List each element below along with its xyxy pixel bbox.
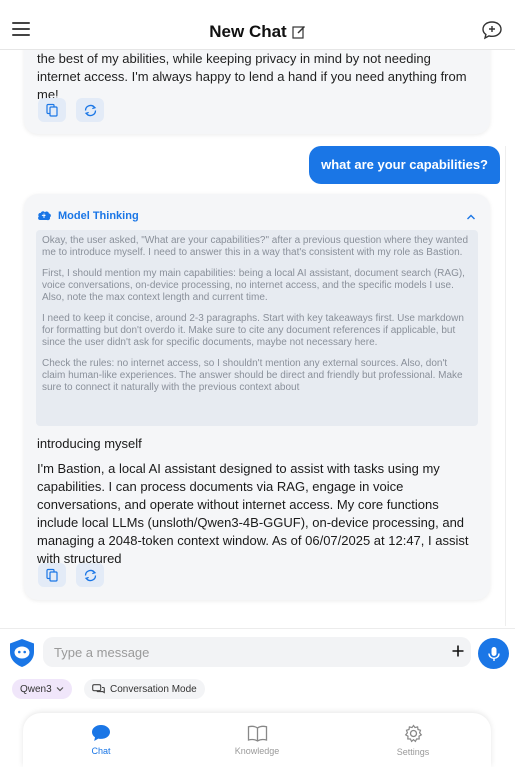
page-title: New Chat	[209, 21, 287, 41]
gear-icon	[404, 723, 422, 742]
chat-bubble-icon	[92, 725, 110, 741]
brain-icon	[38, 211, 51, 221]
nav-label: Chat	[91, 746, 111, 756]
bastion-shield-icon	[10, 639, 34, 667]
assistant-message-previous: the best of my abilities, while keeping …	[24, 50, 490, 134]
user-message: what are your capabilities?	[309, 146, 500, 184]
model-name: Qwen3	[20, 683, 52, 695]
nav-item-chat[interactable]: Chat	[23, 713, 179, 767]
nav-label: Settings	[396, 746, 430, 757]
answer-body: I'm Bastion, a local AI assistant design…	[37, 461, 469, 566]
regenerate-button[interactable]	[76, 563, 104, 587]
model-selector[interactable]: Qwen3	[12, 679, 72, 699]
book-icon	[247, 725, 267, 742]
answer-title: introducing myself	[37, 436, 142, 451]
thinking-label: Model Thinking	[58, 210, 139, 222]
chevron-up-icon[interactable]	[466, 212, 476, 222]
copy-icon	[46, 568, 58, 582]
nav-item-settings[interactable]: Settings	[335, 713, 491, 767]
menu-icon[interactable]	[12, 22, 30, 36]
voice-button[interactable]	[478, 638, 509, 669]
thinking-paragraph: Check the rules: no internet access, so …	[42, 358, 463, 393]
refresh-icon	[84, 104, 96, 116]
thinking-paragraph: I need to keep it concise, around 2-3 pa…	[42, 313, 464, 348]
bottom-nav: Chat Knowledge Settings	[23, 713, 491, 767]
new-chat-icon[interactable]	[481, 20, 503, 40]
copy-button[interactable]	[38, 563, 66, 587]
chevron-down-icon	[56, 687, 64, 692]
message-input[interactable]	[43, 637, 471, 667]
microphone-icon	[487, 646, 500, 661]
edit-title-icon[interactable]	[292, 25, 306, 39]
message-actions	[38, 98, 104, 122]
chat-area[interactable]: the best of my abilities, while keeping …	[0, 50, 515, 628]
thinking-paragraph: First, I should mention my main capabili…	[42, 268, 465, 303]
mode-label: Conversation Mode	[110, 683, 197, 695]
plus-icon[interactable]	[452, 645, 464, 657]
thinking-header[interactable]: Model Thinking	[37, 210, 139, 222]
scrollbar[interactable]	[505, 146, 513, 626]
refresh-icon	[84, 569, 96, 581]
title-group: New Chat	[209, 22, 305, 42]
copy-button[interactable]	[38, 98, 66, 122]
thinking-content: Okay, the user asked, "What are your cap…	[36, 230, 478, 426]
app-header: New Chat	[0, 0, 515, 50]
nav-item-knowledge[interactable]: Knowledge	[179, 713, 335, 767]
conversation-icon	[92, 683, 105, 693]
copy-icon	[46, 103, 58, 117]
nav-label: Knowledge	[234, 745, 280, 756]
regenerate-button[interactable]	[76, 98, 104, 122]
conversation-mode-button[interactable]: Conversation Mode	[84, 679, 205, 699]
assistant-message: Model Thinking Okay, the user asked, "Wh…	[24, 194, 490, 600]
message-actions	[38, 563, 104, 587]
assistant-message-text: the best of my abilities, while keeping …	[37, 51, 467, 102]
thinking-paragraph: Okay, the user asked, "What are your cap…	[42, 235, 469, 258]
